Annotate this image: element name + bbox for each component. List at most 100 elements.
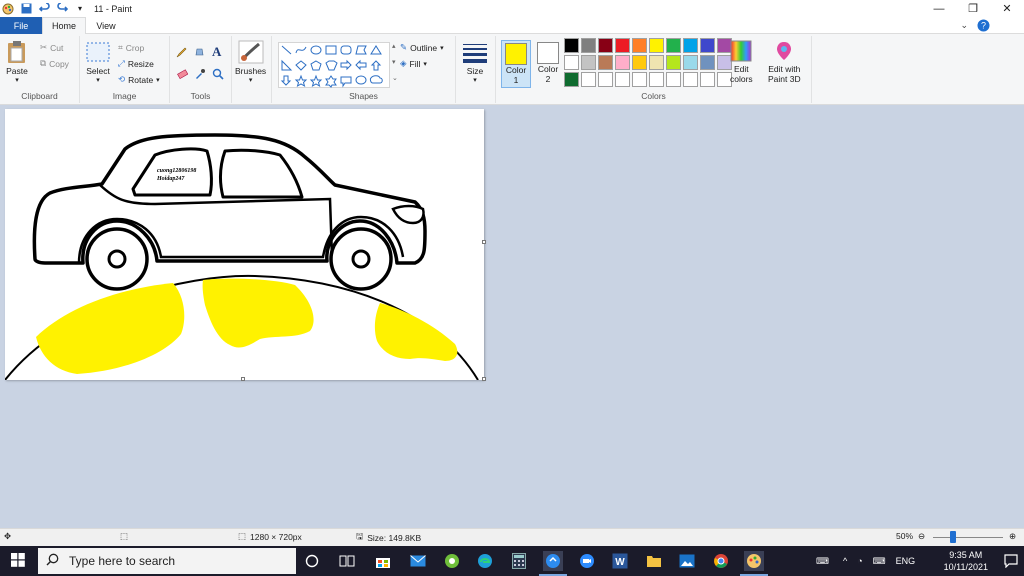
outline-button[interactable]: ✎ Outline ▾ (400, 42, 444, 53)
mail-icon[interactable] (408, 551, 428, 571)
cortana-icon[interactable] (302, 551, 322, 571)
minimize-button[interactable]: — (922, 0, 956, 17)
taskbar-search-box[interactable]: Type here to search (38, 548, 296, 574)
greenshot-icon[interactable] (442, 551, 462, 571)
palette-swatch[interactable] (666, 55, 681, 70)
zoom-app-icon[interactable] (577, 551, 597, 571)
shapes-scroll-up-icon[interactable]: ▴ (392, 42, 396, 50)
tab-file[interactable]: File (0, 17, 42, 34)
file-explorer-icon[interactable] (644, 551, 664, 571)
clock[interactable]: 9:35 AM 10/11/2021 (944, 549, 988, 573)
paint-taskbar-icon[interactable] (744, 551, 764, 571)
palette-swatch[interactable] (598, 38, 613, 53)
tab-view[interactable]: View (86, 17, 126, 34)
size-button[interactable]: Size ▾ (462, 42, 488, 84)
undo-icon[interactable] (38, 3, 50, 15)
pencil-icon[interactable] (176, 46, 188, 60)
zoom-in-button[interactable]: ⊕ (1009, 531, 1016, 542)
palette-swatch[interactable] (564, 72, 579, 87)
show-hidden-icons-icon[interactable]: ^ (843, 556, 847, 566)
zoom-slider-track[interactable] (933, 537, 1003, 538)
palette-swatch[interactable] (632, 72, 647, 87)
language-indicator[interactable]: ENG (896, 556, 916, 566)
palette-swatch[interactable] (581, 38, 596, 53)
collapse-ribbon-icon[interactable]: ⌄ (960, 20, 968, 31)
size-dropdown-icon[interactable]: ▾ (473, 76, 477, 84)
palette-swatch[interactable] (683, 38, 698, 53)
select-button[interactable]: Select ▾ (86, 42, 110, 84)
save-icon[interactable] (20, 3, 32, 15)
palette-swatch[interactable] (649, 72, 664, 87)
customize-toolbar-icon[interactable]: ▾ (74, 3, 86, 15)
palette-swatch[interactable] (581, 72, 596, 87)
help-icon[interactable]: ? (977, 19, 990, 32)
palette-swatch[interactable] (615, 72, 630, 87)
palette-swatch[interactable] (581, 55, 596, 70)
zoom-slider-thumb[interactable] (950, 531, 956, 543)
shapes-gallery[interactable] (278, 42, 390, 88)
rotate-dropdown-icon[interactable]: ▾ (156, 76, 160, 84)
zoom-out-button[interactable]: ⊖ (918, 531, 925, 542)
crop-button[interactable]: ⌗ Crop (118, 42, 144, 53)
fill-button[interactable]: ◈ Fill ▾ (400, 58, 427, 69)
text-tool-icon[interactable]: A (212, 44, 221, 60)
palette-swatch[interactable] (700, 55, 715, 70)
palette-swatch[interactable] (649, 55, 664, 70)
palette-swatch[interactable] (666, 38, 681, 53)
palette-swatch[interactable] (564, 55, 579, 70)
edge-icon[interactable] (475, 551, 495, 571)
word-icon[interactable]: W (610, 551, 630, 571)
shapes-more-icon[interactable]: ⌄ (392, 74, 398, 82)
color2-button[interactable]: Color 2 (533, 40, 563, 88)
palette-swatch[interactable] (700, 38, 715, 53)
notifications-button[interactable] (1004, 546, 1018, 576)
cut-button[interactable]: ✂ Cut (40, 42, 63, 53)
edit-colors-button[interactable]: Edit colors (730, 40, 753, 84)
palette-swatch[interactable] (666, 72, 681, 87)
palette-swatch[interactable] (615, 38, 630, 53)
redo-icon[interactable] (56, 3, 68, 15)
copy-button[interactable]: ⧉ Copy (40, 58, 69, 69)
drawing-canvas[interactable]: cuong12806198 Hoidap247 (5, 109, 484, 380)
magnifier-icon[interactable] (212, 68, 224, 82)
input-indicator-icon[interactable]: ⌨ (816, 556, 829, 567)
canvas-resize-handle-right[interactable] (482, 240, 486, 244)
palette-swatch[interactable] (632, 38, 647, 53)
wifi-icon[interactable]: ◔ (857, 556, 862, 566)
brushes-button[interactable]: Brushes ▾ (235, 40, 266, 84)
brushes-dropdown-icon[interactable]: ▾ (249, 76, 253, 84)
palette-swatch[interactable] (598, 72, 613, 87)
chrome-icon[interactable] (711, 551, 731, 571)
store-icon[interactable] (373, 551, 393, 571)
restore-button[interactable]: ❐ (956, 0, 990, 17)
palette-swatch[interactable] (564, 38, 579, 53)
shapes-scroll-down-icon[interactable]: ▾ (392, 58, 396, 66)
palette-swatch[interactable] (615, 55, 630, 70)
resize-button[interactable]: ⤢ Resize (118, 58, 154, 69)
canvas-area[interactable]: cuong12806198 Hoidap247 (0, 105, 1024, 528)
tab-home[interactable]: Home (42, 17, 86, 34)
photos-icon[interactable] (677, 551, 697, 571)
palette-swatch[interactable] (700, 72, 715, 87)
task-view-icon[interactable] (337, 551, 357, 571)
eraser-icon[interactable] (176, 68, 189, 82)
palette-swatch[interactable] (649, 38, 664, 53)
fill-bucket-icon[interactable] (194, 46, 206, 60)
rotate-button[interactable]: ⟲ Rotate ▾ (118, 74, 160, 85)
close-button[interactable]: ✕ (990, 0, 1024, 17)
palette-swatch[interactable] (683, 55, 698, 70)
start-button[interactable] (0, 546, 36, 576)
paste-button[interactable]: Paste ▾ (6, 40, 28, 84)
calculator-icon[interactable] (509, 551, 529, 571)
palette-swatch[interactable] (598, 55, 613, 70)
paste-dropdown-icon[interactable]: ▾ (15, 76, 19, 84)
select-dropdown-icon[interactable]: ▾ (96, 76, 100, 84)
canvas-resize-handle-corner[interactable] (482, 377, 486, 381)
color1-button[interactable]: Color 1 (501, 40, 531, 88)
screenshot-tool-icon[interactable] (543, 551, 563, 571)
edit-with-paint3d-button[interactable]: Edit with Paint 3D (768, 40, 801, 84)
palette-swatch[interactable] (632, 55, 647, 70)
palette-swatch[interactable] (683, 72, 698, 87)
color-picker-icon[interactable] (194, 68, 206, 82)
canvas-resize-handle-bottom[interactable] (241, 377, 245, 381)
